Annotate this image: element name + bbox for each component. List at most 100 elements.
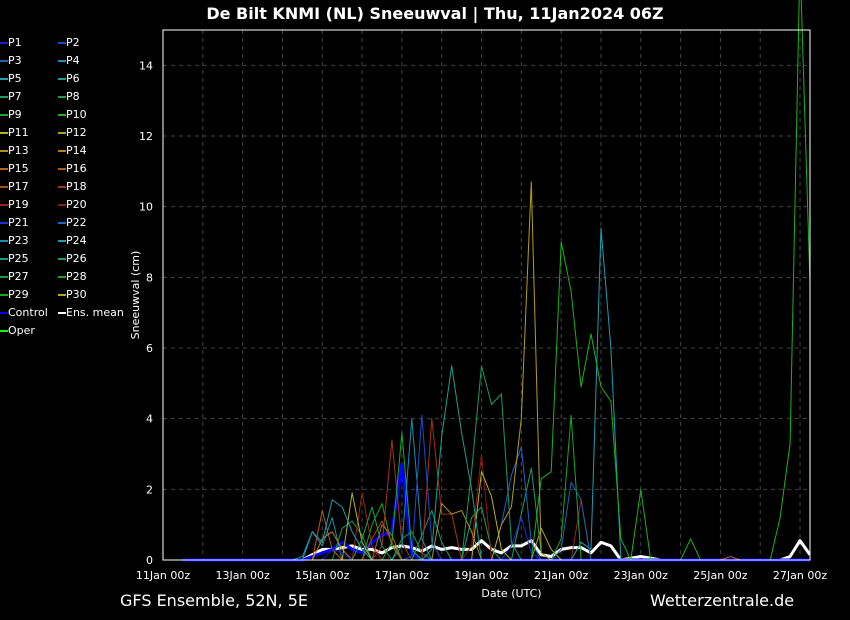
legend-swatch (58, 150, 66, 152)
legend-item: P8 (58, 90, 80, 104)
legend-label: P13 (8, 144, 29, 157)
x-tick-label: 19Jan 00z (454, 569, 508, 582)
legend-swatch (58, 204, 66, 206)
legend-label: P22 (66, 216, 87, 229)
legend-swatch (58, 258, 66, 260)
legend-label: P16 (66, 162, 87, 175)
legend-label: P15 (8, 162, 29, 175)
plot-frame (162, 29, 811, 561)
legend-swatch (0, 42, 8, 44)
legend-label: P18 (66, 180, 87, 193)
legend-swatch (0, 132, 8, 134)
legend-item: P3 (0, 54, 22, 68)
legend-item: P7 (0, 90, 22, 104)
y-tick-label: 8 (146, 271, 153, 284)
series-line-p28 (182, 531, 810, 561)
legend-item: P1 (0, 36, 22, 50)
legend-swatch (58, 276, 66, 278)
series-line-p26 (182, 467, 810, 561)
legend-label: P2 (66, 36, 80, 49)
x-tick-label: 21Jan 00z (534, 569, 588, 582)
legend-item: P29 (0, 288, 29, 302)
legend-swatch (58, 96, 66, 98)
legend-item: P2 (58, 36, 80, 50)
legend-label: P24 (66, 234, 87, 247)
x-tick-label: 17Jan 00z (375, 569, 429, 582)
legend-label: P9 (8, 108, 22, 121)
legend-swatch (0, 312, 8, 314)
legend-label: Ens. mean (66, 306, 124, 319)
legend-swatch (58, 186, 66, 188)
y-tick-label: 14 (139, 59, 153, 72)
x-tick-label: 11Jan 00z (136, 569, 190, 582)
series-line-p14 (182, 531, 810, 561)
legend-item: P23 (0, 234, 29, 248)
legend-label: P28 (66, 270, 87, 283)
x-tick-label: 25Jan 00z (693, 569, 747, 582)
footer-model: GFS Ensemble, 52N, 5E (120, 591, 308, 610)
legend-label: P11 (8, 126, 29, 139)
legend-label: Oper (8, 324, 35, 337)
legend-item: P25 (0, 252, 29, 266)
legend-label: P30 (66, 288, 87, 301)
legend-label: P23 (8, 234, 29, 247)
legend-swatch (0, 204, 8, 206)
legend-swatch (58, 42, 66, 44)
legend-item: P20 (58, 198, 87, 212)
x-tick-label: 15Jan 00z (295, 569, 349, 582)
legend-label: P1 (8, 36, 22, 49)
legend-item: P10 (58, 108, 87, 122)
legend-label: P12 (66, 126, 87, 139)
series-line-p6 (182, 365, 810, 561)
legend-item: P11 (0, 126, 29, 140)
legend-item: P24 (58, 234, 87, 248)
legend-swatch (0, 150, 8, 152)
series-line-p11 (182, 471, 810, 561)
legend-label: Control (8, 306, 48, 319)
footer-source[interactable]: Wetterzentrale.de (650, 591, 794, 610)
legend-swatch (0, 114, 8, 116)
legend-swatch (0, 78, 8, 80)
legend-swatch (0, 186, 8, 188)
legend-swatch (58, 312, 66, 314)
series-line-p12 (182, 181, 810, 561)
x-axis-label: Date (UTC) (481, 587, 541, 600)
y-axis-label: Sneeuwval (cm) (129, 251, 142, 340)
x-tick-label: 27Jan 00z (773, 569, 827, 582)
legend-label: P17 (8, 180, 29, 193)
legend-item: P18 (58, 180, 87, 194)
legend-item: P6 (58, 72, 80, 86)
legend-label: P8 (66, 90, 80, 103)
legend-swatch (0, 222, 8, 224)
legend-swatch (0, 294, 8, 296)
legend-swatch (58, 114, 66, 116)
legend-swatch (0, 60, 8, 62)
x-tick-label: 23Jan 00z (614, 569, 668, 582)
series-line-p7 (182, 365, 810, 561)
legend-label: P20 (66, 198, 87, 211)
chart: 0 2 4 6 8 10 12 14 11Jan 00z 13Jan 00z 15Jan 00z 17… (129, 0, 827, 600)
legend-label: P26 (66, 252, 87, 265)
legend-swatch (58, 132, 66, 134)
x-tick-label: 13Jan 00z (216, 569, 270, 582)
legend-item: P4 (58, 54, 80, 68)
legend-swatch (58, 240, 66, 242)
legend-item: P9 (0, 108, 22, 122)
legend-item: Control (0, 306, 48, 320)
legend-item: Oper (0, 324, 35, 338)
legend-item: P15 (0, 162, 29, 176)
series-line-p10 (182, 0, 810, 561)
legend-item: P26 (58, 252, 87, 266)
legend-swatch (0, 168, 8, 170)
legend-label: P29 (8, 288, 29, 301)
legend-label: P21 (8, 216, 29, 229)
legend-swatch (0, 258, 8, 260)
legend-item: P19 (0, 198, 29, 212)
series-line-control (182, 463, 810, 562)
legend-swatch (58, 78, 66, 80)
legend-label: P3 (8, 54, 22, 67)
y-tick-label: 4 (146, 413, 153, 426)
legend-item: P13 (0, 144, 29, 158)
legend-label: P27 (8, 270, 29, 283)
legend-label: P7 (8, 90, 22, 103)
